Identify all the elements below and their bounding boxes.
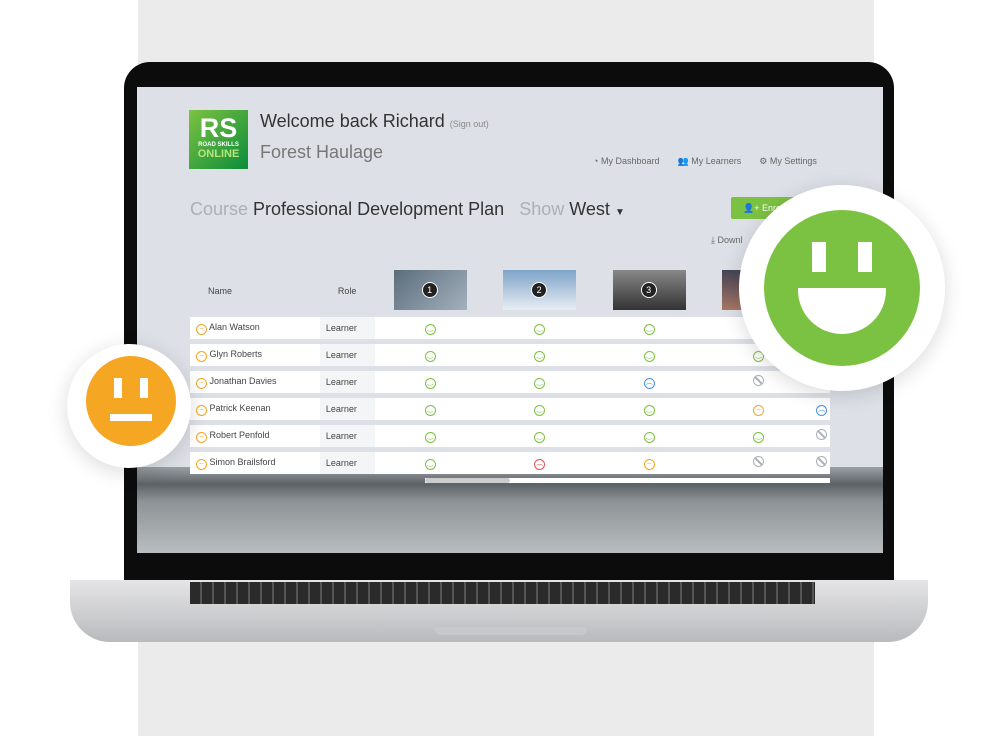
status-good-icon[interactable]: ‿: [594, 344, 704, 366]
laptop-notch: [435, 627, 587, 635]
nav-learners[interactable]: 👥 My Learners: [677, 156, 741, 167]
sign-out-link[interactable]: (Sign out): [450, 119, 489, 129]
happy-face-icon: [764, 210, 920, 366]
download-icon: ⤓: [711, 235, 715, 245]
nav-settings[interactable]: ⚙ My Settings: [759, 156, 817, 167]
status-bad-icon[interactable]: ︵: [484, 452, 595, 474]
dashboard-icon: ◔: [593, 156, 599, 166]
learner-role: Learner: [319, 317, 376, 339]
learner-name[interactable]: Alan Watson: [209, 322, 260, 332]
top-nav: ◔ My Dashboard 👥 My Learners ⚙ My Settin…: [593, 156, 817, 167]
status-good-icon[interactable]: ‿: [484, 317, 595, 339]
learners-table: Name Role 1 2 3 4 – Alan WatsonLearner‿‿…: [190, 265, 830, 479]
table-row[interactable]: – Glyn Roberts Learner ‿ ‿ ‿ ‿: [190, 344, 830, 366]
status-none-icon[interactable]: [813, 425, 830, 447]
status-good-icon[interactable]: ‿: [484, 425, 595, 447]
neutral-face-bubble: [67, 344, 191, 468]
status-good-icon[interactable]: ‿: [594, 425, 704, 447]
status-good-icon[interactable]: ‿: [375, 344, 485, 366]
learner-role: Learner: [319, 398, 376, 420]
status-good-icon[interactable]: ‿: [594, 398, 704, 420]
scroll-thumb[interactable]: [425, 478, 510, 483]
status-none-icon[interactable]: [813, 452, 830, 474]
table-row[interactable]: – Patrick Keenan Learner ‿ ‿ ‿ – ︵: [190, 398, 830, 420]
learner-role: Learner: [319, 425, 376, 447]
status-none-icon[interactable]: [703, 452, 814, 474]
status-good-icon[interactable]: ‿: [484, 371, 595, 393]
learner-name[interactable]: Jonathan Davies: [210, 376, 277, 386]
learner-name[interactable]: Glyn Roberts: [210, 349, 263, 359]
module-thumb[interactable]: 2: [503, 270, 577, 310]
module-thumb[interactable]: 1: [393, 270, 467, 310]
module-thumb[interactable]: 3: [612, 270, 686, 310]
neutral-face-icon: –: [196, 431, 207, 443]
status-sad-blue-icon[interactable]: ︵: [813, 398, 830, 420]
status-sad-blue-icon[interactable]: ︵: [594, 371, 704, 393]
neutral-face-icon: –: [196, 458, 207, 470]
learner-name[interactable]: Patrick Keenan: [210, 403, 271, 413]
download-link[interactable]: ⤓ Downl: [711, 235, 743, 246]
nav-dashboard[interactable]: ◔ My Dashboard: [593, 156, 659, 167]
status-good-icon[interactable]: ‿: [375, 398, 485, 420]
neutral-face-icon: –: [196, 377, 207, 389]
status-neutral-icon[interactable]: –: [594, 452, 704, 474]
neutral-face-icon: [86, 356, 176, 446]
neutral-face-icon: –: [196, 350, 207, 362]
neutral-face-icon: –: [196, 323, 207, 335]
status-good-icon[interactable]: ‿: [375, 425, 485, 447]
table-row[interactable]: – Simon Brailsford Learner ‿ ︵ –: [190, 452, 830, 474]
learner-name[interactable]: Simon Brailsford: [210, 457, 276, 467]
user-plus-icon: 👤+: [743, 203, 760, 213]
status-good-icon[interactable]: ‿: [594, 317, 704, 339]
learner-role: Learner: [319, 371, 376, 393]
status-good-icon[interactable]: ‿: [375, 371, 485, 393]
status-good-icon[interactable]: ‿: [484, 344, 595, 366]
col-role: Role: [337, 286, 357, 296]
status-good-icon[interactable]: ‿: [375, 452, 485, 474]
col-name: Name: [208, 286, 233, 296]
learner-role: Learner: [319, 344, 376, 366]
status-good-icon[interactable]: ‿: [703, 425, 814, 447]
caret-down-icon: ▼: [614, 207, 625, 218]
status-neutral-icon[interactable]: –: [703, 398, 814, 420]
learner-role: Learner: [319, 452, 376, 474]
course-selector: Course Professional Development Plan Sho…: [190, 199, 625, 219]
course-value[interactable]: Professional Development Plan: [253, 199, 504, 219]
learner-name[interactable]: Robert Penfold: [210, 430, 270, 440]
table-row[interactable]: – Robert Penfold Learner ‿ ‿ ‿ ‿: [190, 425, 830, 447]
status-good-icon[interactable]: ‿: [484, 398, 595, 420]
status-good-icon[interactable]: ‿: [375, 317, 485, 339]
company-name: Forest Haulage: [260, 142, 384, 162]
neutral-face-icon: –: [196, 404, 207, 416]
horizontal-scrollbar[interactable]: [425, 478, 830, 483]
gear-icon: ⚙: [759, 156, 768, 166]
laptop-keyboard: [190, 582, 815, 604]
logo[interactable]: RS ROAD SKILLS ONLINE: [189, 110, 248, 169]
region-dropdown[interactable]: West ▼: [569, 199, 625, 219]
happy-face-bubble: [739, 185, 945, 391]
table-row[interactable]: – Jonathan Davies Learner ‿ ‿ ︵: [190, 371, 830, 393]
users-icon: 👥: [677, 156, 689, 166]
table-row[interactable]: – Alan WatsonLearner‿‿‿‿: [190, 317, 830, 339]
welcome-text: Welcome back Richard (Sign out): [260, 111, 489, 131]
